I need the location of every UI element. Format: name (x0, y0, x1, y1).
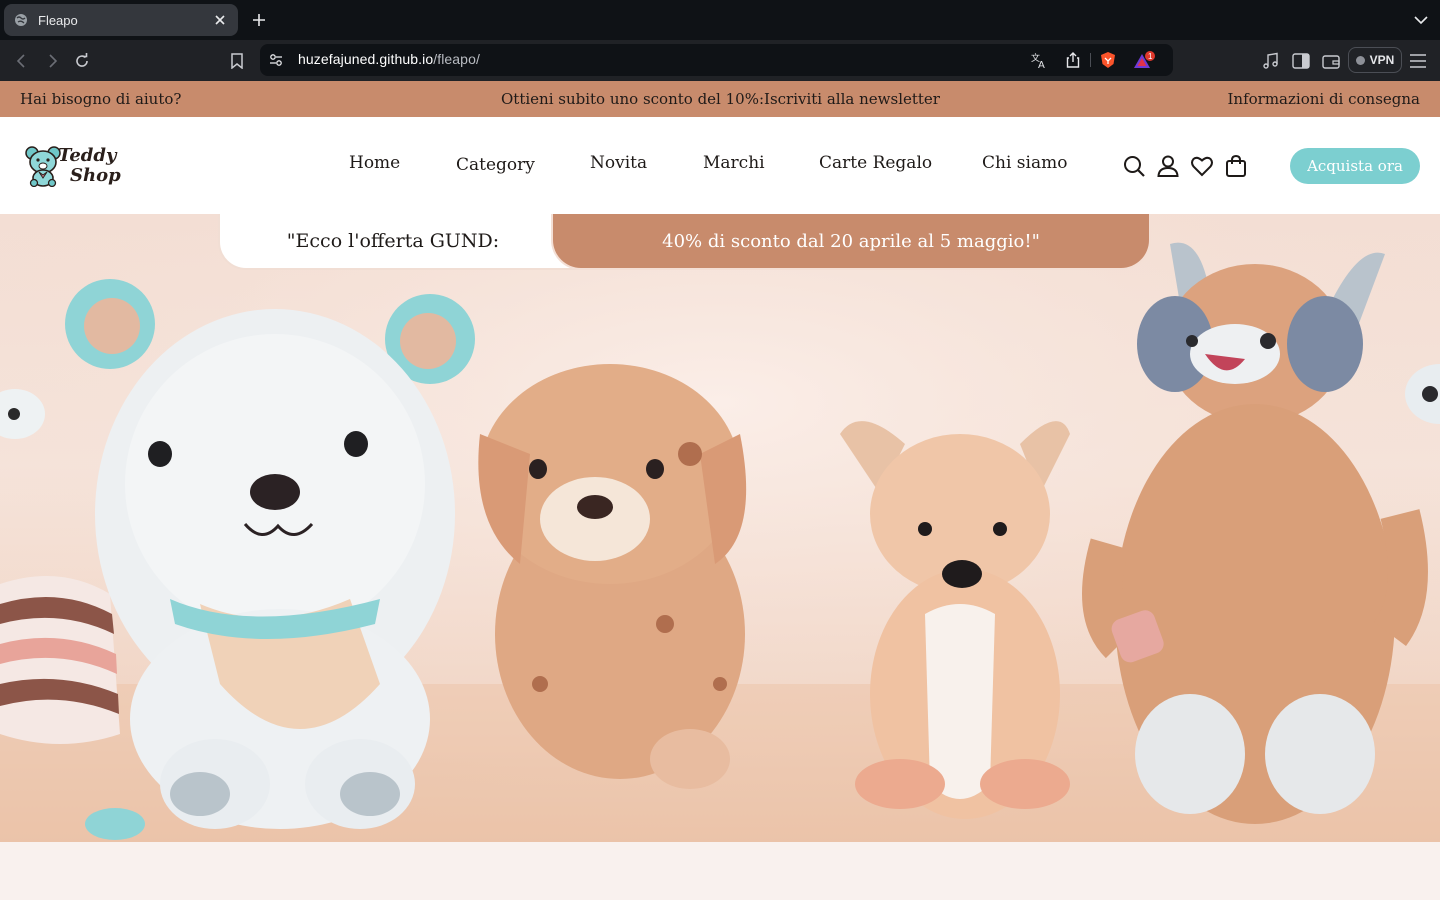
tab-title: Fleapo (38, 12, 78, 28)
nav-home[interactable]: Home (349, 153, 400, 173)
logo-text: Teddy Shop (58, 146, 121, 186)
url-text: huzefajuned.github.io/fleapo/ (298, 51, 480, 67)
brave-rewards-icon[interactable]: 1 (1133, 51, 1155, 69)
wallet-icon[interactable] (1319, 49, 1343, 73)
hero-banner (0, 214, 1440, 842)
nav-carte-regalo[interactable]: Carte Regalo (819, 153, 932, 173)
media-icon[interactable] (1259, 49, 1283, 73)
site-settings-icon[interactable] (268, 52, 284, 68)
menu-icon[interactable] (1406, 49, 1430, 73)
plus-icon[interactable] (248, 9, 270, 31)
brave-shield-icon[interactable] (1099, 51, 1117, 69)
vpn-status-dot (1355, 55, 1365, 65)
offer-ribbon: "Ecco l'offerta GUND: 40% di sconto dal … (218, 214, 1153, 272)
close-icon[interactable] (212, 12, 228, 28)
share-icon[interactable] (1064, 51, 1082, 69)
url-path: /fleapo/ (433, 51, 480, 67)
address-bar[interactable]: huzefajuned.github.io/fleapo/ 文A 1 (260, 44, 1173, 76)
user-icon[interactable] (1156, 154, 1180, 178)
search-icon[interactable] (1122, 154, 1146, 178)
sidebar-icon[interactable] (1289, 49, 1313, 73)
globe-icon (14, 13, 28, 27)
shop-now-button[interactable]: Acquista ora (1290, 148, 1420, 184)
help-link[interactable]: Hai bisogno di aiuto? (20, 90, 181, 108)
teddy-logo-icon (25, 146, 61, 187)
chevron-down-icon[interactable] (1412, 11, 1430, 29)
logo[interactable]: Teddy Shop (24, 144, 124, 188)
vpn-label: VPN (1369, 53, 1395, 67)
delivery-info-link[interactable]: Informazioni di consegna (1227, 90, 1420, 108)
translate-icon[interactable]: 文A (1030, 51, 1048, 71)
below-hero-section (0, 842, 1440, 900)
plush-toys-image (0, 214, 1440, 842)
heart-icon[interactable] (1190, 154, 1214, 178)
vpn-button[interactable]: VPN (1348, 47, 1402, 73)
logo-line-2: Shop (70, 165, 121, 186)
reload-icon[interactable] (70, 49, 94, 73)
divider (1090, 53, 1091, 67)
nav-novita[interactable]: Novita (590, 153, 647, 173)
forward-icon[interactable] (40, 49, 64, 73)
url-host: huzefajuned.github.io (298, 51, 434, 67)
site-header: Teddy Shop Home Category Novita Marchi C… (0, 117, 1440, 214)
announcement-bar: Hai bisogno di aiuto? Ottieni subito uno… (0, 81, 1440, 117)
logo-line-1: Teddy (58, 145, 117, 166)
nav-marchi[interactable]: Marchi (703, 153, 765, 173)
nav-chi-siamo[interactable]: Chi siamo (982, 153, 1067, 173)
browser-tabstrip: Fleapo (0, 0, 1440, 40)
browser-toolbar: huzefajuned.github.io/fleapo/ 文A 1 (0, 40, 1440, 81)
bookmark-icon[interactable] (225, 49, 249, 73)
svg-text:A: A (1038, 60, 1045, 69)
cart-icon[interactable] (1224, 154, 1248, 178)
offer-detail[interactable]: 40% di sconto dal 20 aprile al 5 maggio!… (551, 214, 1151, 270)
back-icon[interactable] (10, 49, 34, 73)
browser-tab[interactable]: Fleapo (4, 4, 238, 36)
newsletter-link[interactable]: Ottieni subito uno sconto del 10%:Iscriv… (501, 90, 940, 108)
nav-category[interactable]: Category (456, 155, 535, 175)
notification-count: 1 (1148, 52, 1153, 61)
